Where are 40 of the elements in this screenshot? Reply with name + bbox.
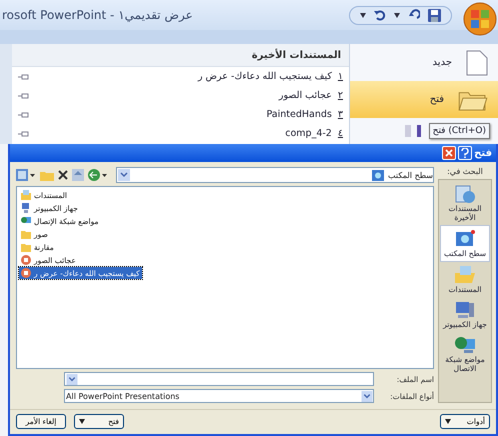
blank-page-icon	[466, 50, 488, 76]
file-type-dropdown[interactable]: All PowerPoint Presentations	[64, 389, 374, 403]
caret-icon[interactable]	[394, 12, 400, 18]
look-in-dropdown[interactable]: سطح المكتب	[116, 167, 434, 183]
desktop-icon	[454, 229, 476, 249]
computer-icon	[454, 300, 476, 320]
documents-folder-icon	[454, 265, 476, 285]
redo-icon[interactable]	[408, 9, 420, 21]
recent-document[interactable]: ٢ عجائب الصور	[278, 90, 343, 101]
look-in-label: البحث في:	[446, 167, 484, 176]
close-button[interactable]	[442, 146, 456, 160]
pin-icon[interactable]	[18, 74, 30, 80]
pin-icon[interactable]	[18, 112, 30, 118]
recent-document[interactable]: ١ كيف يستجيب الله دعاءك- عرض ر	[198, 71, 343, 82]
tooltip: فتح (Ctrl+O)	[428, 123, 490, 139]
caret-icon[interactable]	[360, 12, 366, 18]
network-icon	[21, 216, 31, 226]
caret-icon	[445, 419, 451, 424]
dialog-title: فتح	[474, 148, 492, 158]
back-icon[interactable]	[88, 169, 110, 181]
help-button[interactable]	[458, 146, 472, 160]
presentation-icon	[21, 255, 31, 265]
menu-command[interactable]: فتح	[350, 81, 498, 118]
desktop-icon	[372, 170, 384, 180]
save-icon[interactable]	[428, 8, 441, 22]
file-name-field[interactable]	[64, 372, 374, 386]
document-clock-icon	[454, 184, 476, 204]
pin-icon[interactable]	[18, 130, 30, 136]
recent-documents-heading: المستندات الأخيرة	[12, 44, 349, 67]
network-icon	[454, 335, 476, 355]
undo-icon[interactable]	[374, 9, 386, 21]
documents-folder-icon	[21, 190, 31, 200]
pin-icon[interactable]	[18, 92, 30, 98]
computer-icon	[21, 203, 31, 213]
delete-icon[interactable]	[58, 170, 68, 180]
window-title: rosoft PowerPoint - عرض تقديمي١	[2, 8, 193, 22]
caret-icon	[79, 419, 85, 424]
menu-command[interactable]: جديد	[350, 44, 498, 81]
views-icon[interactable]	[16, 169, 36, 181]
presentation-icon	[21, 268, 31, 278]
